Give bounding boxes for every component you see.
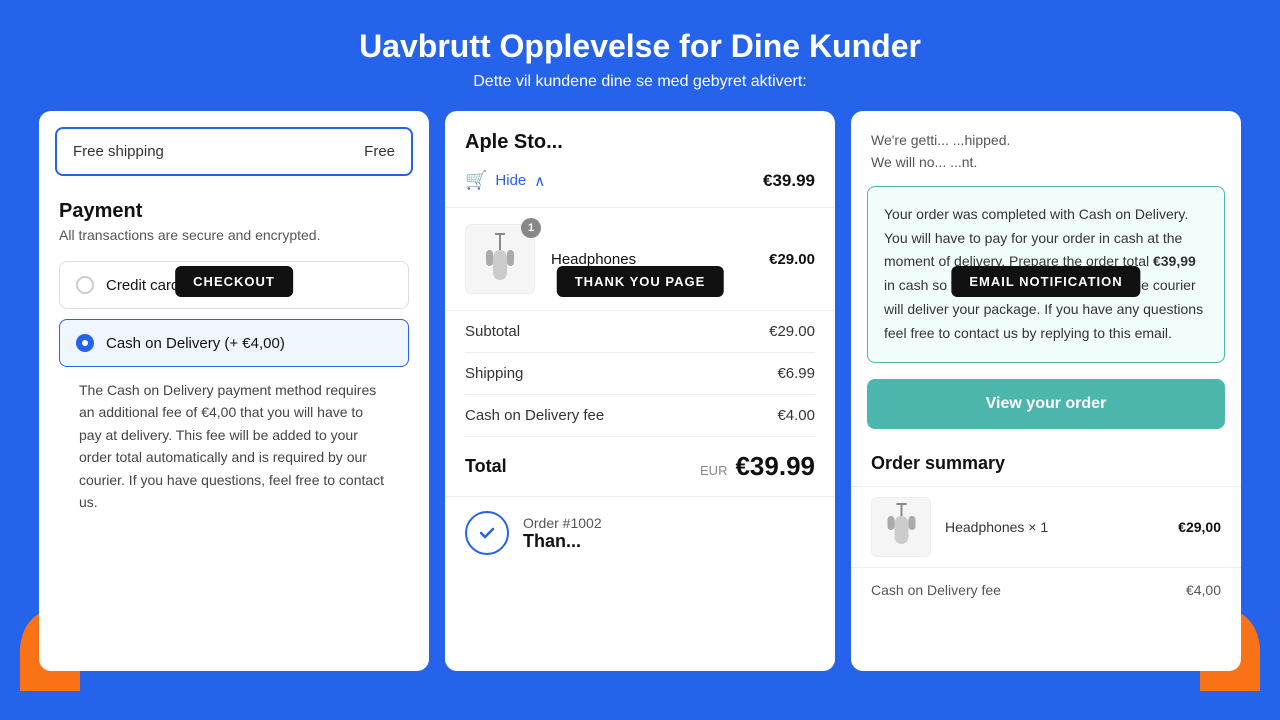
email-product-price: €29,00 [1178,519,1221,535]
free-shipping-value: Free [364,143,395,160]
subtotal-value: €29.00 [769,323,815,340]
subtotal-row: Subtotal €29.00 [465,311,815,353]
checkout-panel: CHECKOUT Free shipping Free Payment All … [39,111,429,671]
order-info: Order #1002 Than... [523,515,602,552]
product-price: €29.00 [769,251,815,268]
total-amount: EUR €39.99 [700,451,815,482]
cod-fee-row: Cash on Delivery fee €4.00 [465,395,815,437]
page-subtitle: Dette vil kundene dine se med gebyret ak… [20,73,1260,91]
shipping-label: Shipping [465,365,523,382]
chevron-icon: ∧ [534,172,545,190]
page-title: Uavbrutt Opplevelse for Dine Kunder [20,28,1260,65]
checkout-badge: CHECKOUT [175,266,293,297]
email-intro-text-3: We will no... ...nt. [871,154,977,170]
store-name: Aple Sto... [445,111,835,154]
email-cod-fee-value: €4,00 [1186,582,1221,598]
total-currency: EUR [700,463,727,478]
free-shipping-label: Free shipping [73,143,164,160]
cod-label: Cash on Delivery (+ €4,00) [106,335,285,352]
qty-badge: 1 [521,218,541,238]
email-intro: We're getti... ...hipped. We will no... … [851,111,1241,186]
total-label: Total [465,456,507,477]
cod-option[interactable]: Cash on Delivery (+ €4,00) [59,319,409,367]
email-product-name: Headphones × 1 [945,519,1164,535]
email-product-image [871,497,931,557]
cart-total: €39.99 [763,171,815,191]
shipping-value: €6.99 [777,365,815,382]
total-row: Total EUR €39.99 [445,437,835,496]
credit-card-label: Credit card [106,277,179,294]
subtotal-label: Subtotal [465,323,520,340]
thankyou-panel: THANK YOU PAGE Aple Sto... 🛒 Hide ∧ €39.… [445,111,835,671]
order-title: Than... [523,531,602,552]
summary-rows: Subtotal €29.00 Shipping €6.99 Cash on D… [445,311,835,437]
thankyou-badge: THANK YOU PAGE [557,266,724,297]
cod-fee-label: Cash on Delivery fee [465,407,604,424]
view-order-button[interactable]: View your order [867,379,1225,429]
email-fee-row: Cash on Delivery fee €4,00 [851,567,1241,612]
email-intro-text-2: ...hipped. [953,132,1011,148]
cart-left: 🛒 Hide ∧ [465,170,545,191]
order-confirm-row: Order #1002 Than... [445,496,835,569]
email-panel: EMAIL NOTIFICATION We're getti... ...hip… [851,111,1241,671]
credit-card-radio[interactable] [76,276,94,294]
payment-title: Payment [59,200,409,223]
product-name: Headphones [551,251,753,268]
email-badge: EMAIL NOTIFICATION [951,266,1140,297]
email-intro-text-1: We're getti... [871,132,949,148]
total-value: €39.99 [735,451,815,482]
cod-radio[interactable] [76,334,94,352]
shipping-row: Shipping €6.99 [465,353,815,395]
cod-description: The Cash on Delivery payment method requ… [79,379,389,513]
notice-amount: €39,99 [1153,253,1196,269]
order-summary-title: Order summary [851,445,1241,486]
free-shipping-bar: Free shipping Free [55,127,413,176]
email-product-info: Headphones × 1 [945,519,1164,535]
cart-icon: 🛒 [465,170,487,191]
notice-text-before: Your order was completed with Cash on De… [884,206,1188,270]
email-cod-fee-label: Cash on Delivery fee [871,582,1001,598]
order-number: Order #1002 [523,515,602,531]
email-product-row: Headphones × 1 €29,00 [851,486,1241,567]
product-image-wrap: 1 [465,224,535,294]
cod-fee-value: €4.00 [777,407,815,424]
hide-link[interactable]: Hide [495,172,526,189]
check-circle [465,511,509,555]
payment-section: Payment All transactions are secure and … [39,176,429,537]
payment-subtitle: All transactions are secure and encrypte… [59,227,409,243]
cart-row: 🛒 Hide ∧ €39.99 [445,154,835,208]
